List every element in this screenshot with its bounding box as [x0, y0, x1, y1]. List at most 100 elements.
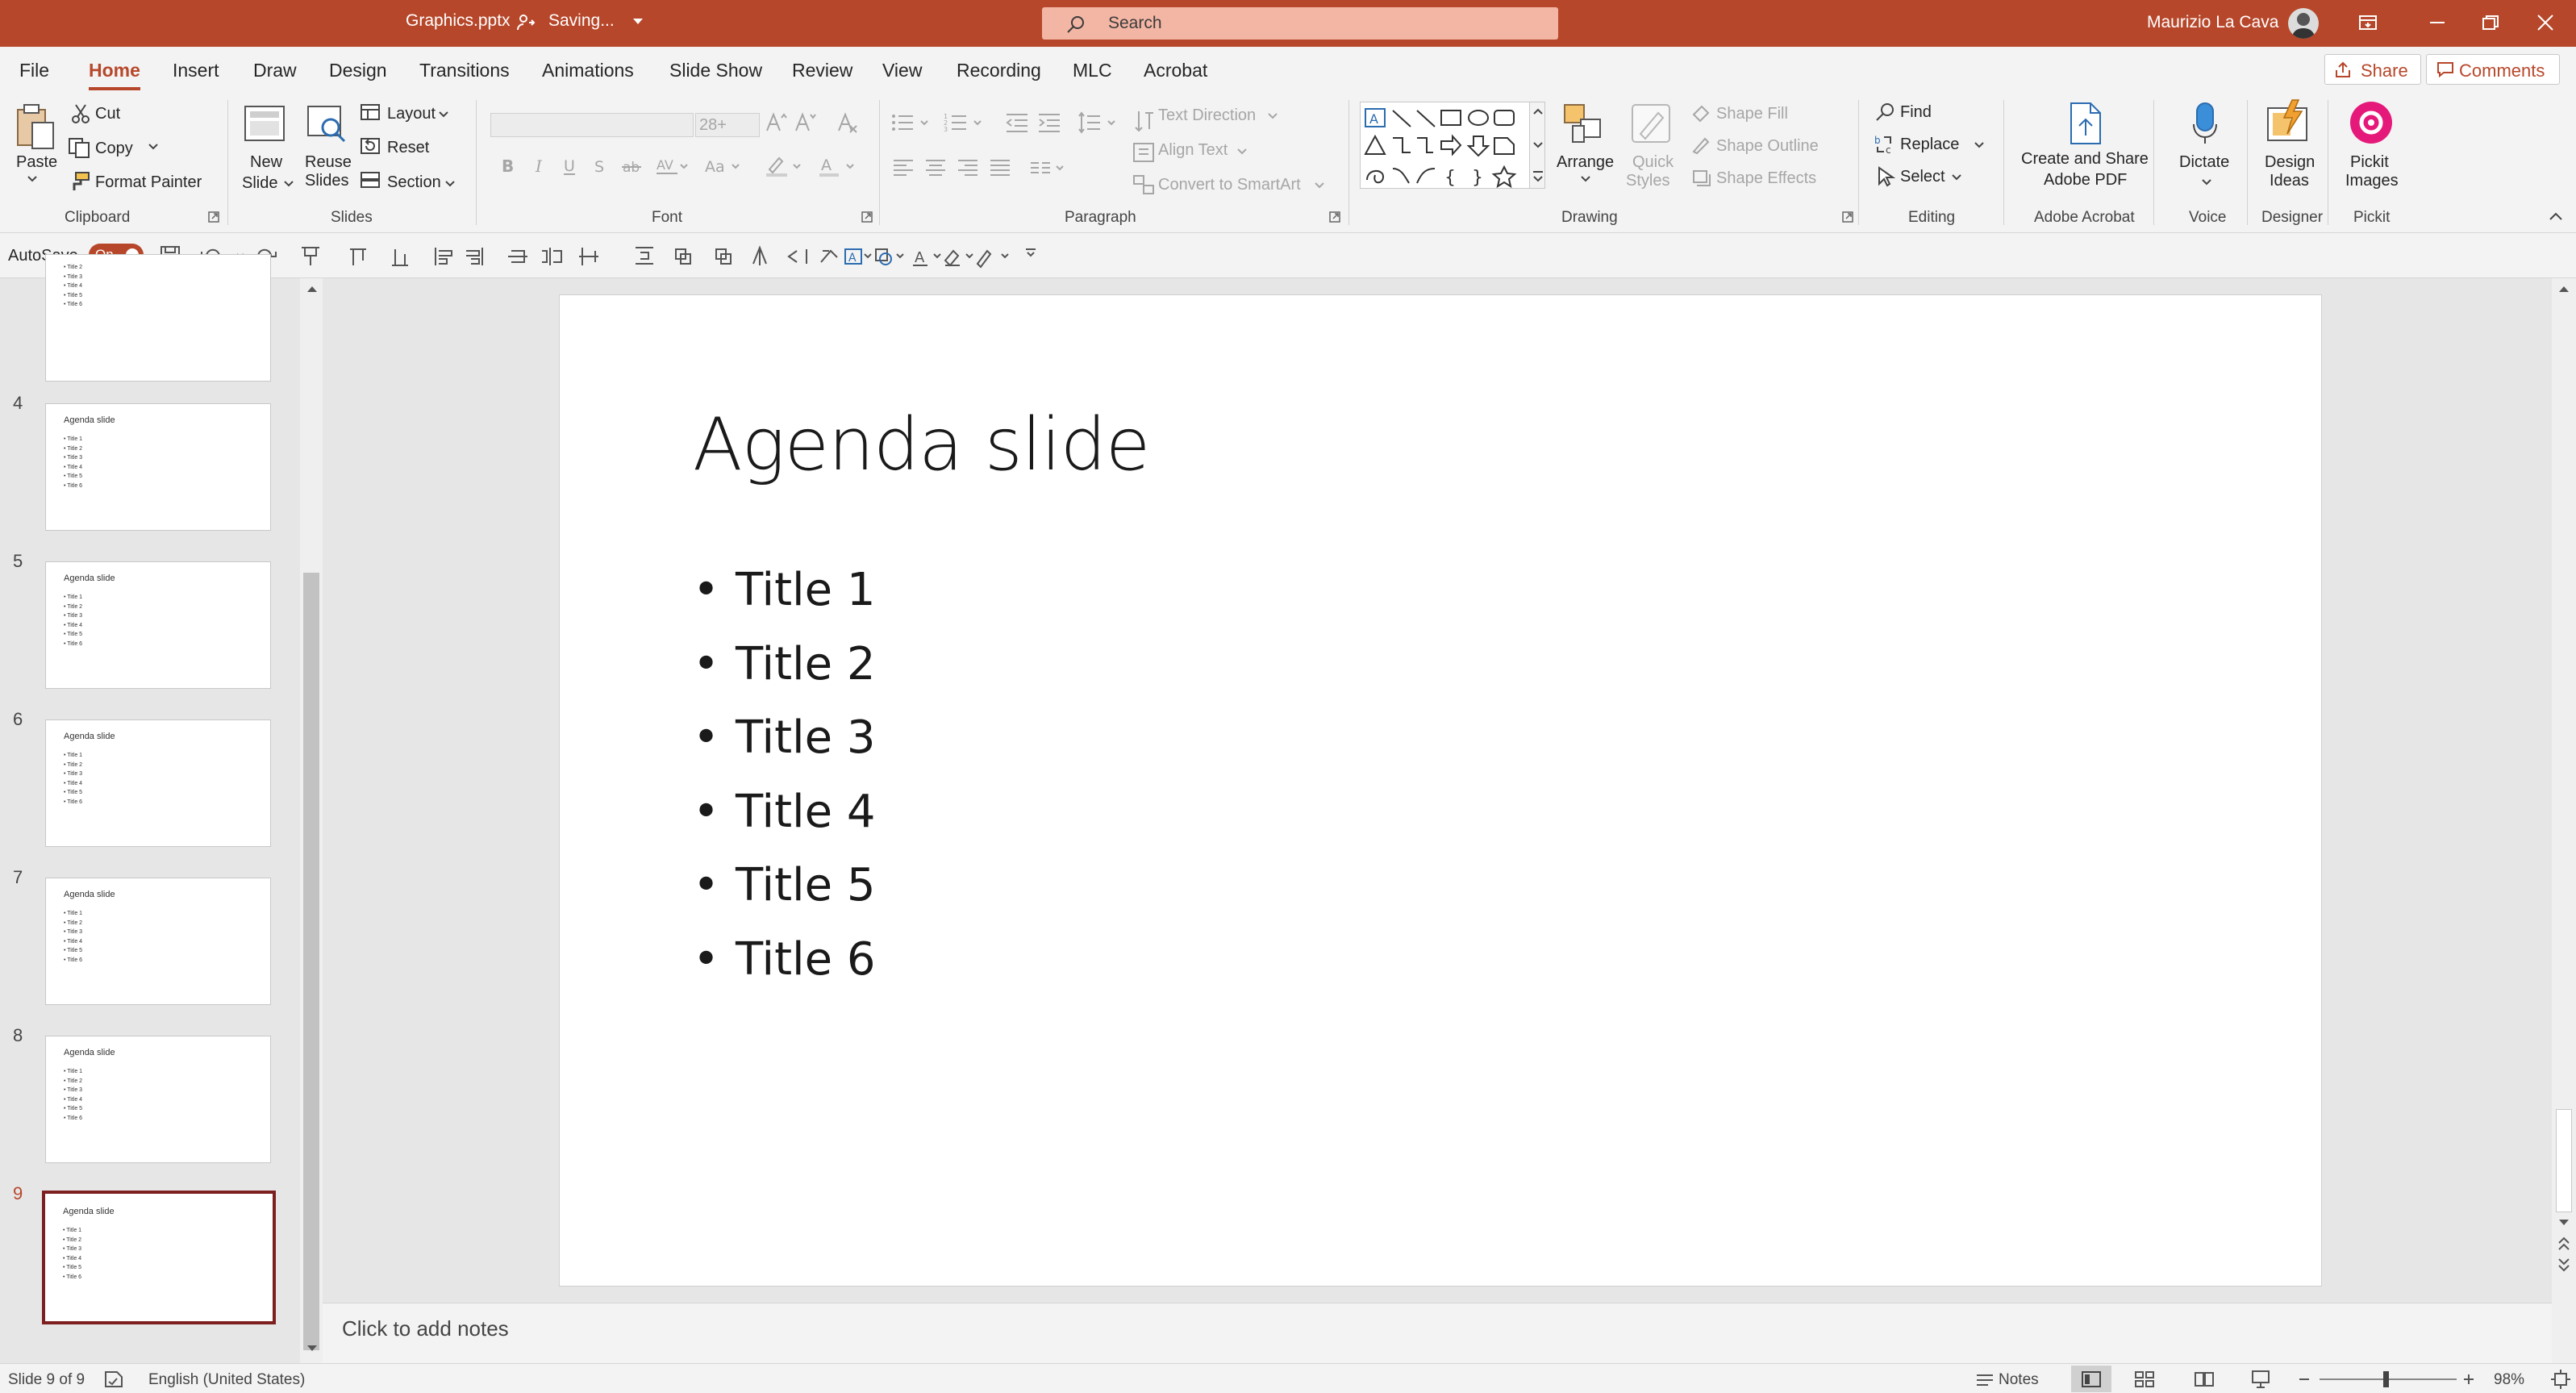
arrange-label[interactable]: Arrange — [1557, 153, 1614, 172]
zoom-slider-handle[interactable] — [2383, 1371, 2389, 1387]
pickit-images-label[interactable]: Pickit — [2350, 153, 2389, 172]
underline-icon[interactable]: U — [561, 156, 577, 176]
ribbon-display-options-button[interactable] — [2339, 0, 2395, 47]
cut-button[interactable]: Cut — [95, 105, 120, 123]
tab-animations[interactable]: Animations — [542, 60, 634, 81]
new-slide-label[interactable]: New — [250, 153, 282, 172]
shapes-gallery[interactable]: A { } — [1360, 102, 1536, 189]
accessibility-icon[interactable] — [103, 1370, 124, 1388]
create-share-pdf-label[interactable]: Create and Share — [2021, 150, 2149, 169]
find-button[interactable]: Find — [1900, 103, 1932, 122]
reading-view-icon[interactable] — [2194, 1370, 2215, 1388]
chevron-down-icon[interactable] — [445, 181, 455, 187]
section-button[interactable]: Section — [387, 173, 441, 192]
thumbnails-scrollbar[interactable] — [300, 278, 323, 1363]
font-color-icon[interactable]: A — [818, 155, 857, 177]
italic-icon[interactable]: I — [532, 156, 548, 176]
align-left-icon[interactable] — [892, 158, 915, 177]
close-button[interactable] — [2516, 0, 2573, 47]
chevron-down-icon[interactable] — [1237, 148, 1247, 155]
change-case-icon[interactable]: Aa — [703, 156, 742, 176]
shapes-gallery-scroll[interactable] — [1529, 102, 1545, 189]
collapse-ribbon-icon[interactable] — [2549, 211, 2563, 221]
tab-file[interactable]: File — [19, 60, 49, 81]
slide-bullet[interactable]: Title 3 — [693, 701, 875, 775]
quick-styles-icon[interactable] — [1629, 102, 1673, 147]
arrange-icon[interactable] — [1561, 102, 1605, 147]
slide-bullet[interactable]: Title 1 — [693, 553, 875, 628]
decrease-indent-icon[interactable] — [1005, 111, 1029, 134]
dialog-launcher-icon[interactable] — [1329, 211, 1340, 223]
restore-button[interactable] — [2461, 0, 2518, 47]
dialog-launcher-icon[interactable] — [1842, 211, 1853, 223]
slide-thumbnail-3[interactable]: • Title 2 • Title 3 • Title 4 • Title 5 … — [45, 254, 271, 382]
chevron-down-icon[interactable] — [284, 181, 294, 187]
user-name[interactable]: Maurizio La Cava — [2147, 13, 2278, 32]
tab-review[interactable]: Review — [792, 60, 852, 81]
notes-placeholder[interactable]: Click to add notes — [342, 1316, 509, 1341]
slide-show-icon[interactable] — [2250, 1369, 2271, 1390]
slide-title[interactable]: Agenda slide — [693, 402, 1150, 487]
quick-styles-label[interactable]: Quick — [1632, 153, 1674, 172]
design-ideas-label[interactable]: Design — [2265, 153, 2315, 172]
slide-thumbnail-6[interactable]: Agenda slide • Title 1 • Title 2 • Title… — [45, 719, 271, 847]
avatar[interactable] — [2288, 8, 2319, 39]
justify-icon[interactable] — [989, 158, 1011, 177]
tab-draw[interactable]: Draw — [253, 60, 297, 81]
increase-font-size-icon[interactable] — [765, 111, 789, 134]
slide-thumbnail-5[interactable]: Agenda slide • Title 1 • Title 2 • Title… — [45, 561, 271, 689]
chevron-down-icon[interactable] — [1952, 174, 1961, 181]
thumbnails-scroll-thumb[interactable] — [303, 573, 319, 1350]
next-slide-icon[interactable] — [2557, 1257, 2570, 1272]
chevron-down-icon[interactable] — [2202, 179, 2211, 186]
new-slide-label-2[interactable]: Slide — [242, 174, 277, 193]
numbering-icon[interactable]: 123 — [944, 111, 989, 134]
select-button[interactable]: Select — [1900, 168, 1945, 186]
reset-button[interactable]: Reset — [387, 139, 429, 157]
normal-view-button[interactable] — [2071, 1366, 2111, 1392]
shape-fill-button[interactable]: Shape Fill — [1716, 105, 1788, 123]
chevron-down-icon[interactable] — [439, 111, 448, 118]
tab-insert[interactable]: Insert — [173, 60, 219, 81]
align-text-button[interactable]: Align Text — [1158, 141, 1228, 160]
paste-icon[interactable] — [15, 102, 56, 152]
slide-bullet[interactable]: Title 5 — [693, 849, 875, 923]
line-spacing-icon[interactable] — [1078, 111, 1123, 134]
chevron-down-icon[interactable] — [1268, 113, 1278, 119]
comments-button[interactable]: Comments — [2426, 54, 2560, 85]
slide-thumbnail-8[interactable]: Agenda slide • Title 1 • Title 2 • Title… — [45, 1036, 271, 1163]
reuse-slides-icon[interactable] — [305, 102, 348, 145]
new-slide-icon[interactable] — [242, 102, 287, 145]
copy-button[interactable]: Copy — [95, 140, 133, 158]
quick-styles-label-2[interactable]: Styles — [1626, 172, 1669, 190]
zoom-in-icon[interactable] — [2463, 1374, 2474, 1385]
slide-thumbnail-4[interactable]: Agenda slide • Title 1 • Title 2 • Title… — [45, 403, 271, 531]
decrease-font-size-icon[interactable] — [794, 111, 818, 134]
tab-mlc[interactable]: MLC — [1073, 60, 1112, 81]
design-ideas-label-2[interactable]: Ideas — [2270, 172, 2309, 190]
fit-to-window-icon[interactable] — [2550, 1369, 2571, 1390]
tab-transitions[interactable]: Transitions — [419, 60, 510, 81]
document-name[interactable]: Graphics.pptx — [406, 11, 511, 31]
align-right-icon[interactable] — [957, 158, 979, 177]
dialog-launcher-icon[interactable] — [208, 211, 219, 223]
tab-acrobat[interactable]: Acrobat — [1144, 60, 1207, 81]
text-direction-button[interactable]: Text Direction — [1158, 106, 1256, 125]
zoom-out-icon[interactable] — [2299, 1378, 2310, 1381]
tab-view[interactable]: View — [882, 60, 922, 81]
slide-bullet[interactable]: Title 2 — [693, 628, 875, 702]
paste-label[interactable]: Paste — [16, 153, 57, 172]
slide-bullet[interactable]: Title 4 — [693, 775, 875, 849]
chevron-down-icon[interactable] — [1974, 142, 1984, 148]
minimize-button[interactable] — [2408, 0, 2465, 47]
dictate-label[interactable]: Dictate — [2179, 153, 2229, 172]
notes-pane[interactable]: Click to add notes — [323, 1303, 2552, 1363]
slide-bullet-list[interactable]: Title 1 Title 2 Title 3 Title 4 Title 5 … — [693, 553, 875, 996]
highlight-color-icon[interactable] — [765, 155, 803, 177]
tab-design[interactable]: Design — [329, 60, 387, 81]
reuse-slides-label-2[interactable]: Slides — [305, 172, 348, 190]
slide-thumbnail-9-selected[interactable]: Agenda slide • Title 1 • Title 2 • Title… — [42, 1191, 276, 1324]
format-painter-button[interactable]: Format Painter — [95, 173, 202, 192]
microphone-icon[interactable] — [2190, 100, 2220, 147]
clear-formatting-icon[interactable] — [836, 111, 860, 134]
